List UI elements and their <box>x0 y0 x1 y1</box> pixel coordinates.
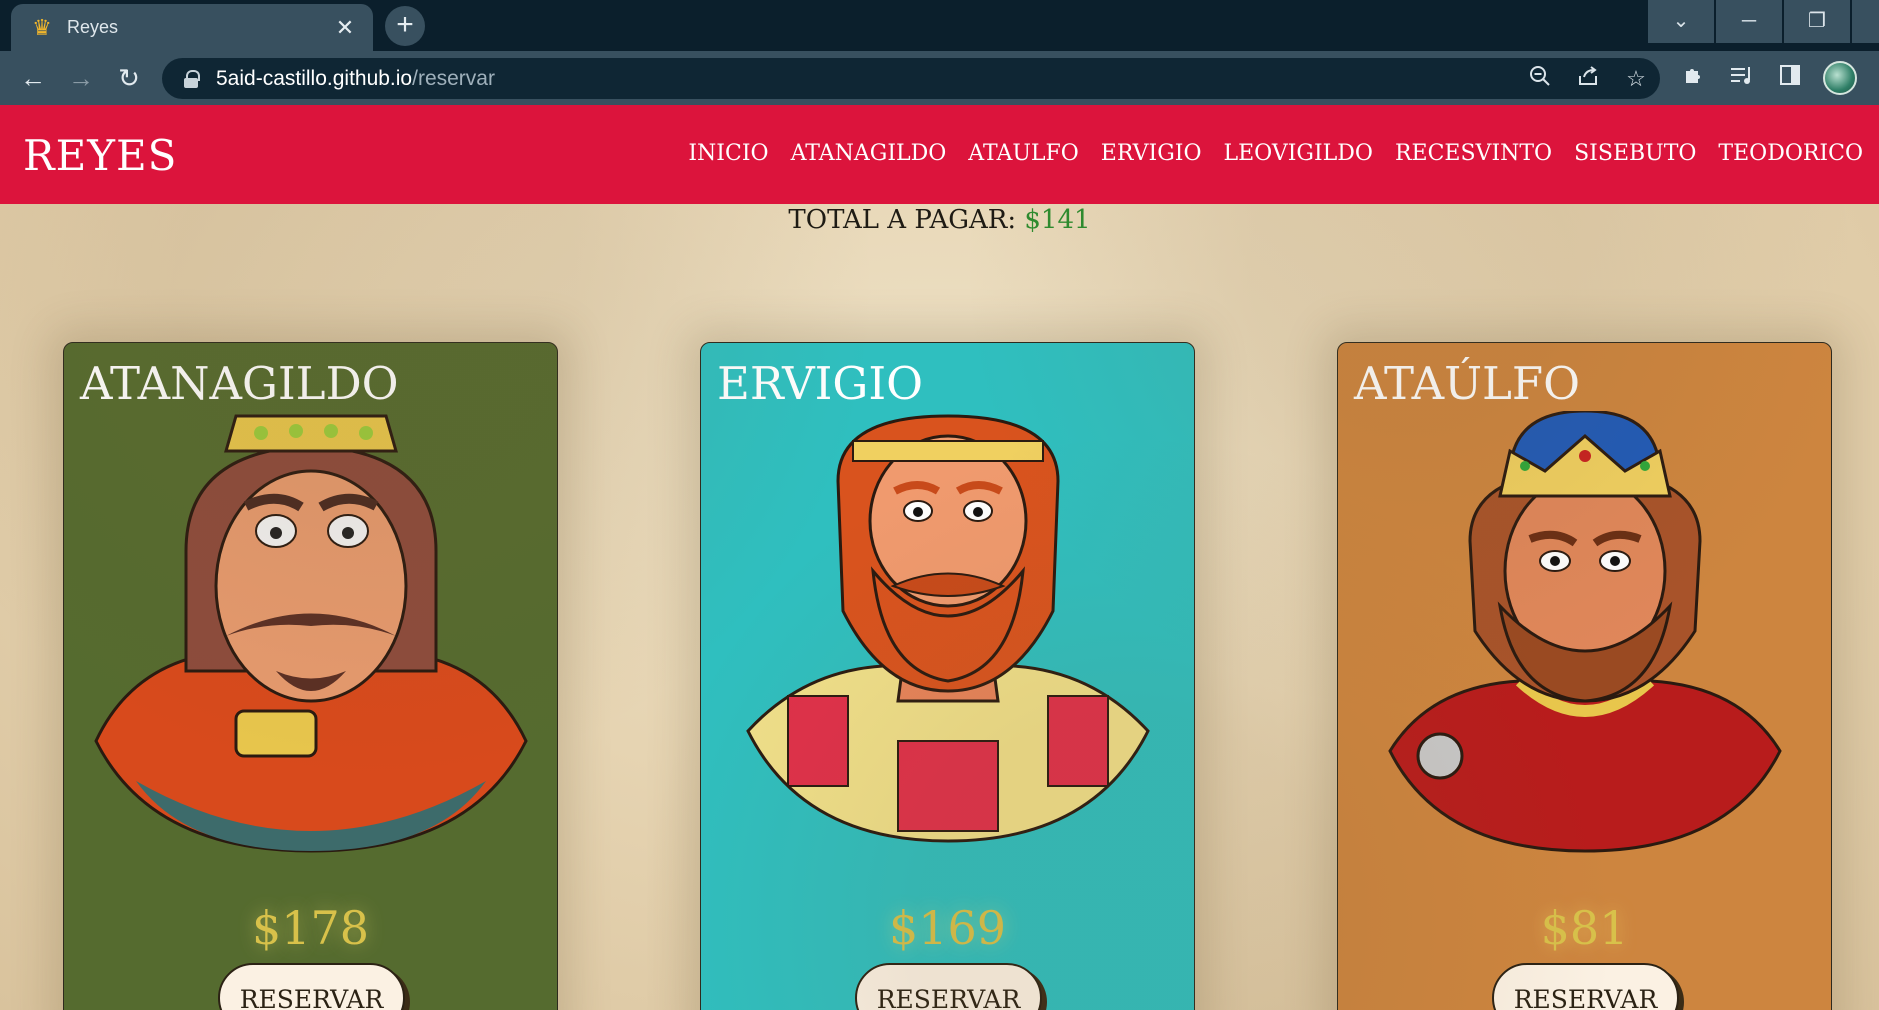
restore-window-button[interactable]: ❐ <box>1784 0 1850 43</box>
nav-inicio[interactable]: INICIO <box>688 141 768 166</box>
king-price: $81 <box>1540 901 1629 955</box>
king-price: $178 <box>251 901 370 955</box>
share-icon[interactable] <box>1564 64 1612 94</box>
nav-ervigio[interactable]: ERVIGIO <box>1101 141 1202 166</box>
zoom-icon[interactable] <box>1516 64 1564 94</box>
king-name: ATANAGILDO <box>80 357 399 410</box>
total-to-pay: TOTAL A PAGAR: $141 <box>0 205 1879 235</box>
nav-ataulfo[interactable]: ATAULFO <box>968 141 1079 166</box>
extensions-puzzle-icon[interactable] <box>1678 63 1710 95</box>
back-arrow-icon[interactable]: ← <box>15 60 51 96</box>
king-portrait-image <box>746 414 1150 843</box>
nav-leovigildo[interactable]: LEOVIGILDO <box>1224 141 1373 166</box>
lock-icon[interactable] <box>182 69 200 88</box>
total-amount: $141 <box>1024 205 1091 235</box>
close-window-button[interactable] <box>1852 0 1879 43</box>
king-name: ATAÚLFO <box>1354 357 1581 410</box>
king-price: $169 <box>888 901 1007 955</box>
browser-tab[interactable]: ♛ Reyes ✕ <box>11 4 373 51</box>
crown-icon: ♛ <box>32 14 52 40</box>
nav-recesvinto[interactable]: RECESVINTO <box>1395 141 1552 166</box>
tab-search-chevron-icon[interactable]: ⌄ <box>1648 0 1714 43</box>
reserve-button[interactable]: RESERVAR <box>1492 963 1679 1010</box>
nav-atanagildo[interactable]: ATANAGILDO <box>791 141 947 166</box>
nav-teodorico[interactable]: TEODORICO <box>1718 141 1863 166</box>
king-portrait-image <box>94 414 528 853</box>
forward-arrow-icon[interactable]: → <box>63 60 99 96</box>
side-panel-icon[interactable] <box>1774 63 1806 95</box>
browser-toolbar: ← → ↻ 5aid-castillo.github.io/reservar ☆ <box>0 51 1879 105</box>
king-portrait-image <box>1388 411 1782 853</box>
media-playlist-icon[interactable] <box>1726 63 1758 95</box>
browser-tab-strip: ♛ Reyes ✕ + ⌄ ─ ❐ <box>0 0 1879 51</box>
main-nav: INICIO ATANAGILDO ATAULFO ERVIGIO LEOVIG… <box>688 141 1863 166</box>
tab-title: Reyes <box>67 17 119 37</box>
page-viewport: REYES INICIO ATANAGILDO ATAULFO ERVIGIO … <box>0 105 1879 1010</box>
king-card-ataulfo: ATAÚLFO $81 RESERVAR <box>1337 342 1832 1010</box>
address-bar[interactable]: 5aid-castillo.github.io/reservar ☆ <box>162 58 1660 99</box>
king-card-atanagildo: ATANAGILDO $178 RESERVAR <box>63 342 558 1010</box>
total-label: TOTAL A PAGAR: <box>788 205 1017 235</box>
site-brand[interactable]: REYES <box>23 131 177 180</box>
reserve-button[interactable]: RESERVAR <box>218 963 405 1010</box>
reload-icon[interactable]: ↻ <box>111 60 147 96</box>
minimize-window-button[interactable]: ─ <box>1716 0 1782 43</box>
url-text[interactable]: 5aid-castillo.github.io/reservar <box>216 67 1516 91</box>
new-tab-button[interactable]: + <box>385 6 425 46</box>
profile-avatar[interactable] <box>1823 61 1857 95</box>
close-tab-icon[interactable]: ✕ <box>331 15 359 41</box>
site-header: REYES INICIO ATANAGILDO ATAULFO ERVIGIO … <box>0 105 1879 204</box>
bookmark-star-icon[interactable]: ☆ <box>1612 66 1660 92</box>
reserve-button[interactable]: RESERVAR <box>855 963 1042 1010</box>
king-card-ervigio: ERVIGIO $169 RESERVAR <box>700 342 1195 1010</box>
nav-sisebuto[interactable]: SISEBUTO <box>1574 141 1696 166</box>
king-name: ERVIGIO <box>717 357 924 410</box>
